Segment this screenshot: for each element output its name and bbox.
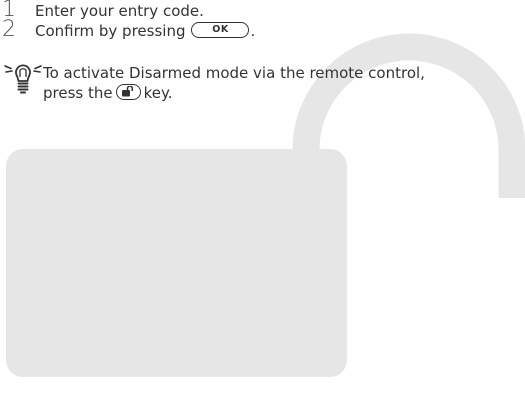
manual-page: 1 Enter your entry code. 2 Confirm by pr… — [0, 0, 525, 404]
unlock-icon — [121, 85, 133, 96]
step-1: 1 Enter your entry code. — [2, 0, 255, 21]
tip-text: To activate Disarmed mode via the remote… — [43, 63, 425, 103]
step-text: Enter your entry code. — [35, 2, 204, 20]
step-text-after: . — [250, 22, 256, 40]
padlock-icon — [6, 33, 525, 377]
step-2: 2 Confirm by pressing OK. — [2, 17, 255, 42]
step-number: 2 — [2, 17, 16, 42]
tip-line-2-before: press the — [43, 84, 113, 102]
unlock-key — [115, 83, 141, 100]
lightbulb-icon — [4, 64, 42, 94]
ok-key: OK — [191, 21, 250, 38]
step-text: Confirm by pressing OK. — [35, 21, 255, 41]
tip-line-2: press the key. — [43, 83, 425, 103]
tip-line-2-after: key. — [143, 84, 173, 102]
tip-line-1: To activate Disarmed mode via the remote… — [43, 64, 425, 82]
step-text-before: Confirm by pressing — [35, 22, 186, 40]
step-list: 1 Enter your entry code. 2 Confirm by pr… — [2, 0, 255, 42]
